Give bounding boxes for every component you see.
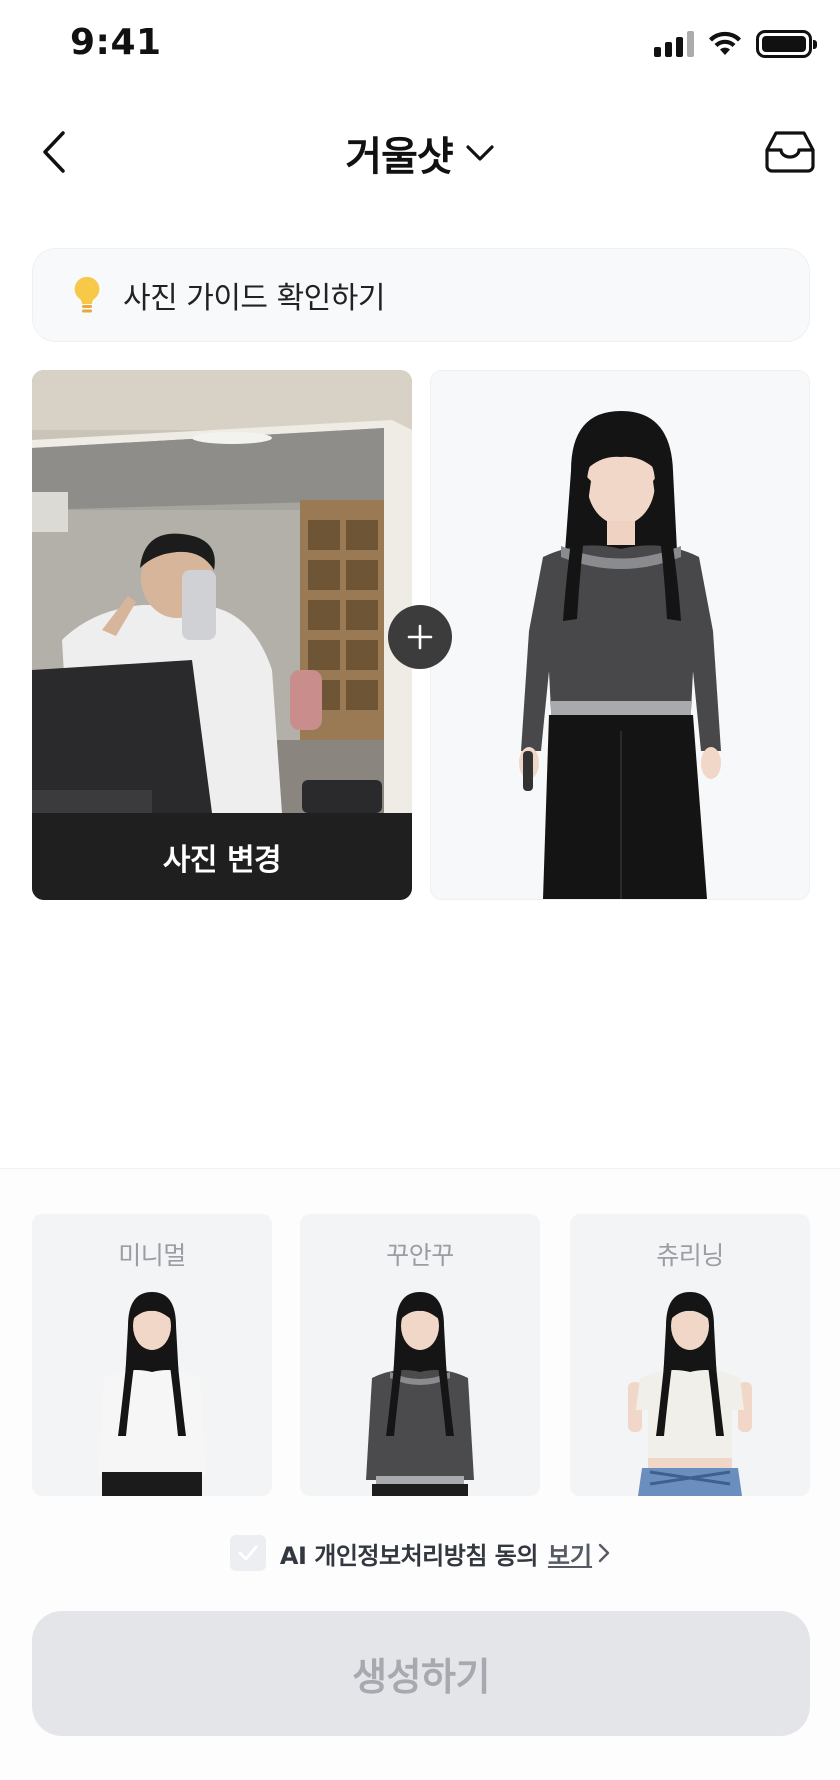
consent-view-link[interactable]: 보기 (548, 1536, 610, 1571)
wifi-icon (709, 31, 741, 55)
style-card-tracksuit[interactable]: 츄리닝 (570, 1214, 810, 1496)
title-dropdown[interactable]: 거울샷 (0, 124, 840, 182)
style-card-effortless[interactable]: 꾸안꾸 (300, 1214, 540, 1496)
checkmark-icon (238, 1545, 258, 1561)
status-icons (654, 30, 817, 58)
generate-button[interactable]: 생성하기 (32, 1611, 810, 1736)
chevron-down-icon (466, 145, 494, 161)
status-bar: 9:41 (0, 0, 840, 92)
user-mirror-selfie-image (32, 370, 412, 813)
outfit-photo-card[interactable] (430, 370, 810, 900)
style-label: 츄리닝 (656, 1241, 724, 1270)
change-photo-button[interactable]: 사진 변경 (32, 813, 412, 900)
consent-label: AI 개인정보처리방침 동의 (279, 1541, 539, 1570)
consent-checkbox[interactable] (229, 1535, 266, 1571)
battery-icon (756, 30, 817, 58)
cellular-signal-icon (654, 31, 694, 57)
user-photo-card[interactable]: 사진 변경 (32, 370, 412, 900)
page-title: 거울샷 (345, 134, 453, 180)
ai-consent-row: AI 개인정보처리방침 동의 보기 (0, 1535, 840, 1571)
style-label: 꾸안꾸 (386, 1241, 454, 1270)
top-nav-bar: 거울샷 (0, 100, 840, 204)
style-model-image (628, 1292, 752, 1496)
photo-guide-label: 사진 가이드 확인하기 (123, 281, 385, 316)
add-button[interactable] (388, 605, 452, 669)
style-model-image (98, 1292, 206, 1496)
lightbulb-icon (74, 276, 100, 313)
photo-guide-button[interactable]: 사진 가이드 확인하기 (32, 248, 810, 342)
status-time: 9:41 (70, 22, 162, 63)
model-outfit-image (431, 371, 809, 899)
style-card-minimal[interactable]: 미니멀 (32, 1214, 272, 1496)
inbox-icon (765, 131, 815, 173)
style-label: 미니멀 (118, 1241, 186, 1270)
inbox-button[interactable] (758, 122, 822, 182)
chevron-right-icon (598, 1543, 610, 1563)
plus-icon (407, 624, 433, 650)
consent-view-label: 보기 (547, 1541, 593, 1570)
style-model-image (366, 1292, 474, 1496)
